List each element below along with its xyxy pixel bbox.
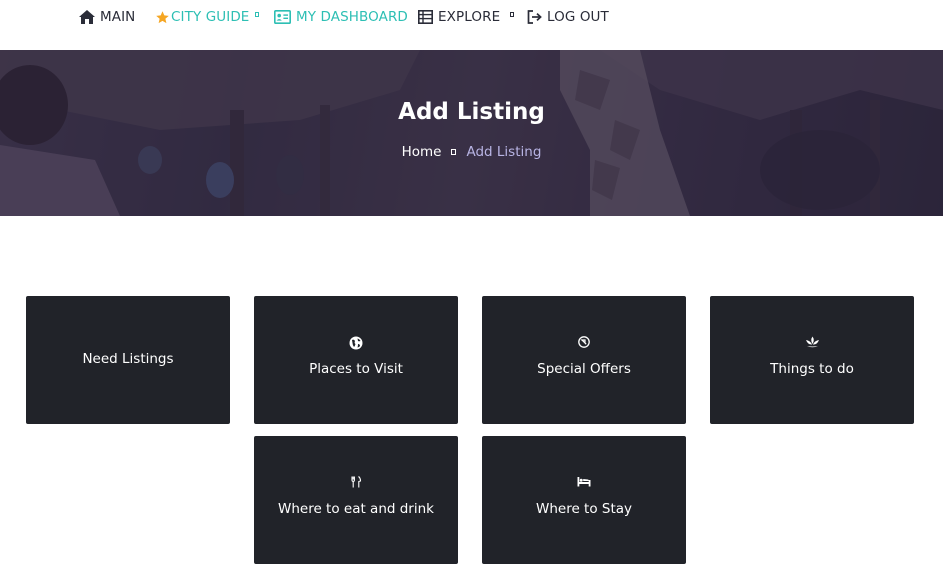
nav-city-guide[interactable]: CITY GUIDE bbox=[155, 7, 260, 27]
breadcrumb-home-link[interactable]: Home bbox=[402, 144, 442, 160]
card-label: Where to eat and drink bbox=[277, 501, 434, 517]
category-card-where-to-stay[interactable]: Where to Stay bbox=[482, 436, 686, 564]
card-label: Special Offers bbox=[537, 361, 631, 377]
nav-city-guide-label: CITY GUIDE bbox=[171, 9, 250, 25]
dropdown-indicator-icon bbox=[255, 12, 260, 17]
card-label: Things to do bbox=[770, 361, 854, 377]
page-banner: Add Listing Home Add Listing bbox=[0, 50, 943, 216]
card-label: Where to Stay bbox=[535, 501, 633, 517]
category-card-need-listings[interactable]: Need Listings bbox=[26, 296, 230, 424]
globe-icon bbox=[254, 336, 458, 350]
bed-icon bbox=[482, 476, 686, 487]
breadcrumb: Home Add Listing bbox=[0, 144, 943, 160]
lotus-icon bbox=[710, 336, 914, 348]
utensils-icon bbox=[254, 476, 458, 488]
nav-my-dashboard-label: MY DASHBOARD bbox=[296, 9, 408, 25]
top-navbar: MAIN CITY GUIDE MY DASHBOARD EXPLORE LOG… bbox=[0, 0, 943, 50]
dropdown-indicator-icon bbox=[510, 12, 515, 17]
nav-log-out-label: LOG OUT bbox=[547, 9, 609, 25]
category-card-places-to-visit[interactable]: Places to Visit bbox=[254, 296, 458, 424]
home-icon bbox=[78, 9, 96, 25]
nav-main-label: MAIN bbox=[100, 9, 136, 25]
nav-main[interactable]: MAIN bbox=[78, 7, 135, 27]
nav-explore[interactable]: EXPLORE bbox=[418, 7, 515, 27]
page-title: Add Listing bbox=[398, 99, 545, 125]
card-label: Places to Visit bbox=[309, 361, 403, 377]
offer-icon bbox=[482, 336, 686, 348]
category-card-special-offers[interactable]: Special Offers bbox=[482, 296, 686, 424]
category-card-things-to-do[interactable]: Things to do bbox=[710, 296, 914, 424]
id-card-icon bbox=[274, 10, 291, 24]
table-icon bbox=[418, 10, 433, 24]
card-label: Need Listings bbox=[82, 351, 174, 367]
banner-overlay bbox=[0, 50, 943, 216]
breadcrumb-current: Add Listing bbox=[466, 144, 542, 160]
category-card-where-to-eat-and-drink[interactable]: Where to eat and drink bbox=[254, 436, 458, 564]
breadcrumb-separator-icon bbox=[451, 149, 457, 155]
nav-my-dashboard[interactable]: MY DASHBOARD bbox=[274, 7, 408, 27]
logout-icon bbox=[527, 10, 542, 24]
star-icon bbox=[155, 10, 170, 25]
nav-explore-label: EXPLORE bbox=[438, 9, 501, 25]
nav-log-out[interactable]: LOG OUT bbox=[527, 7, 609, 27]
